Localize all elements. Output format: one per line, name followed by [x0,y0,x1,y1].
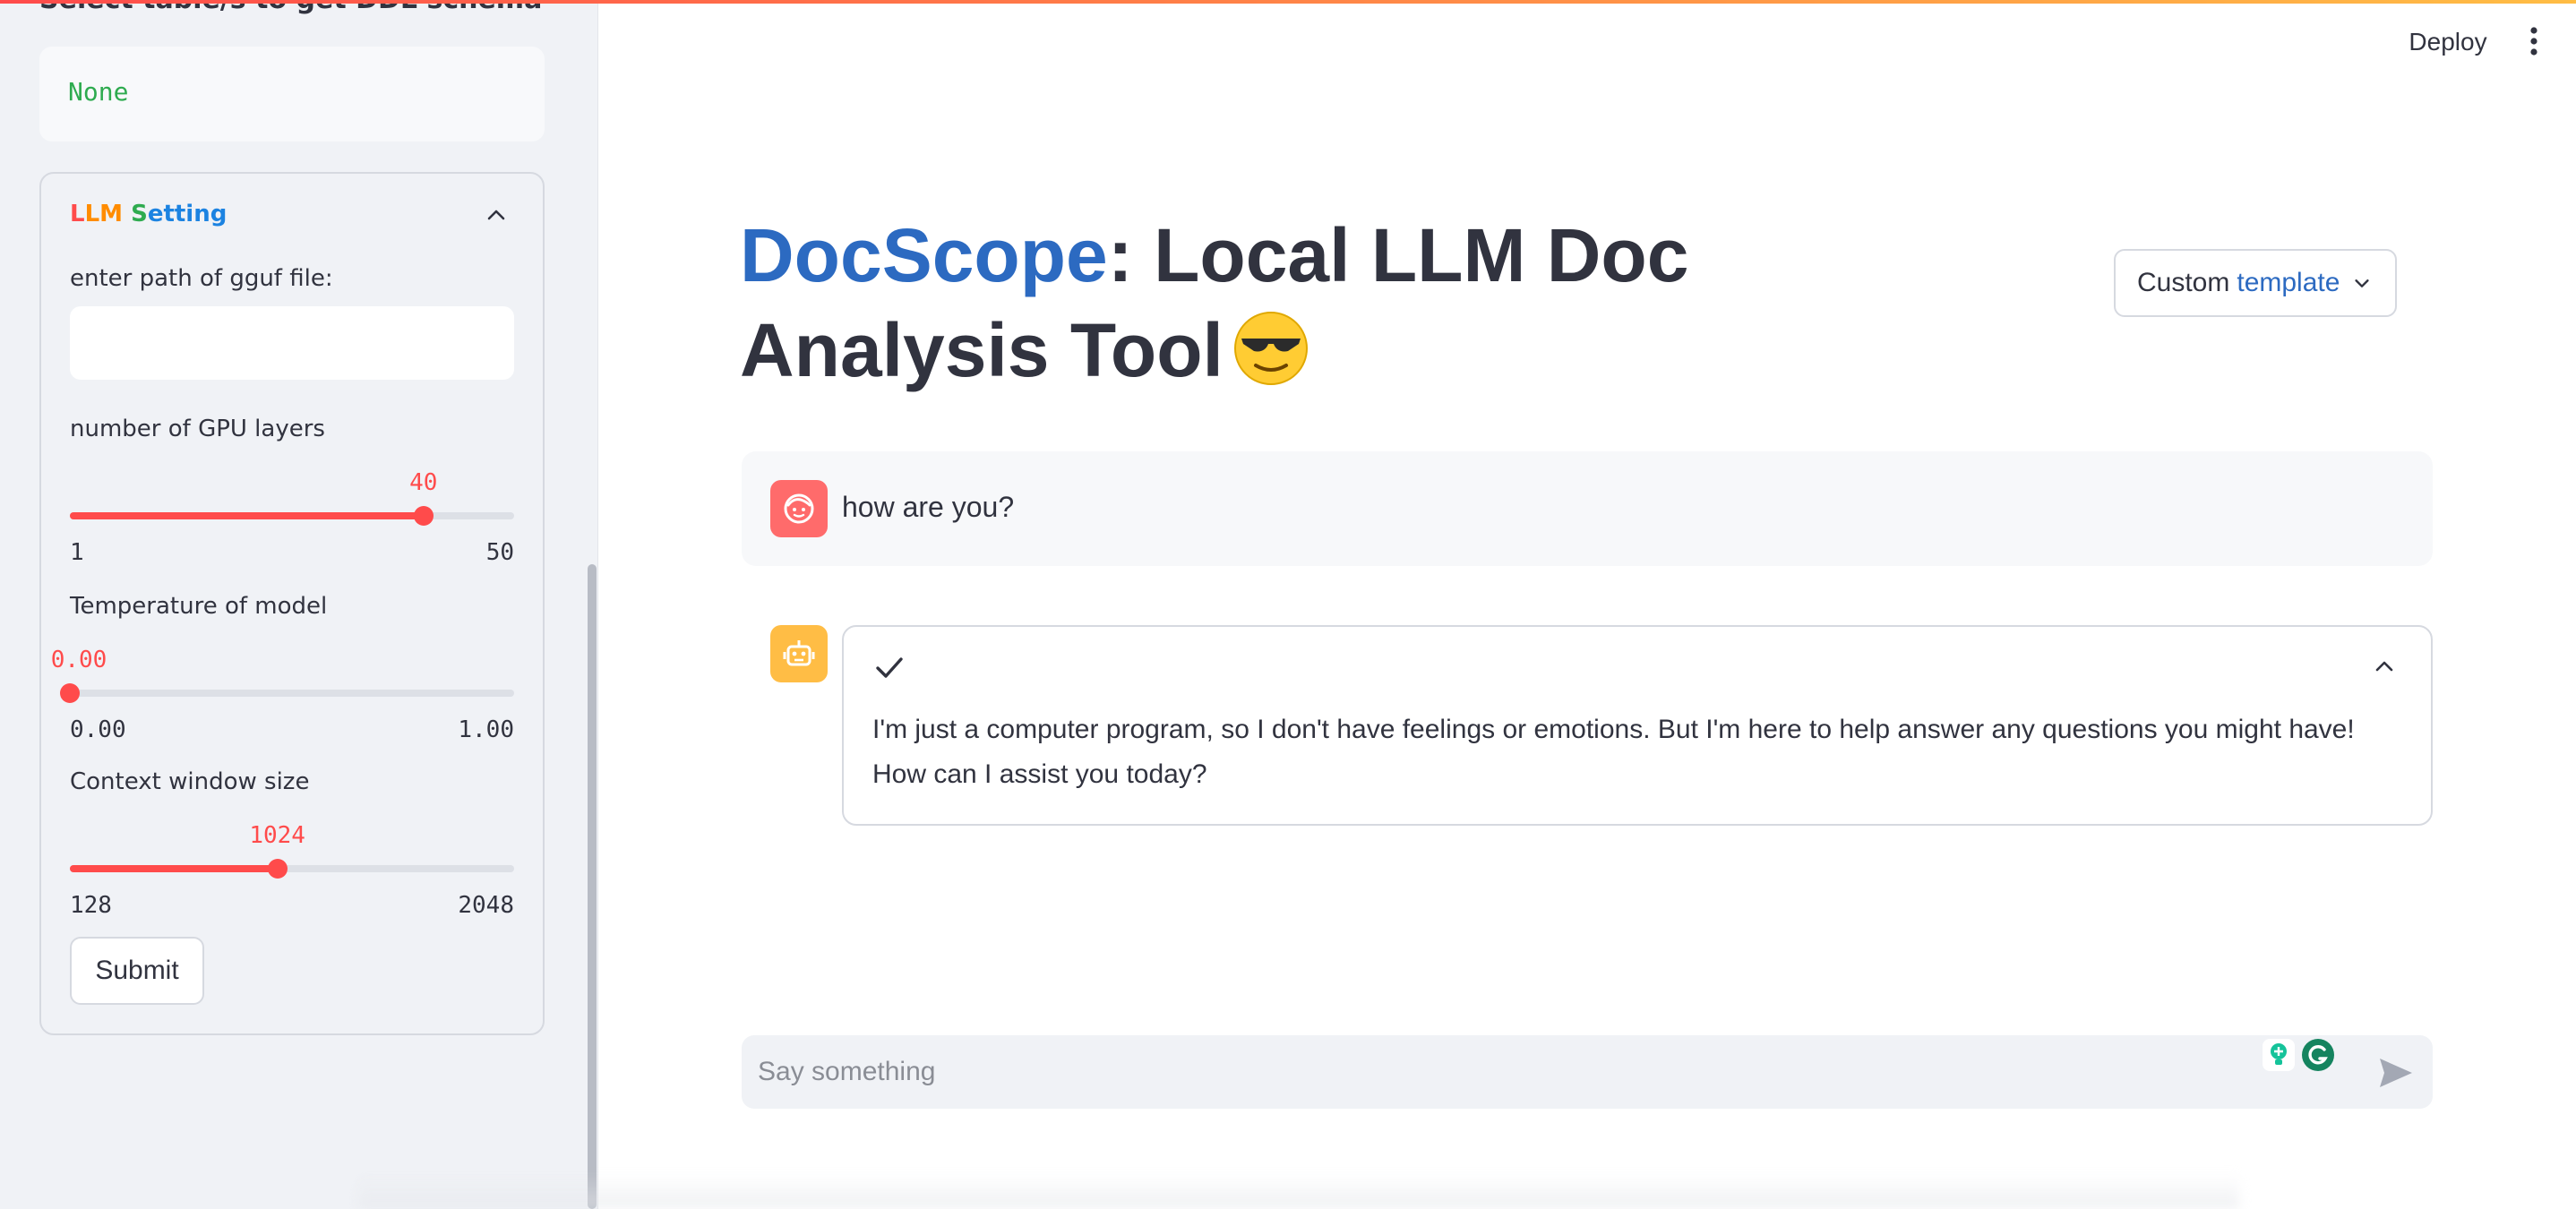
chat-input[interactable] [742,1035,2264,1109]
title-part: M [99,201,124,227]
send-icon[interactable] [2377,1055,2415,1091]
user-message-text: how are you? [842,491,1015,523]
gguf-path-label: enter path of gguf file: [70,265,333,292]
template-select[interactable]: Custom template [2114,249,2397,317]
chevron-down-icon [2355,279,2370,287]
sidebar-scrollbar[interactable] [588,564,597,1209]
title-brand: DocScope [740,213,1108,297]
sunglasses-emoji-icon [1232,310,1309,408]
user-message: how are you? [742,451,2433,566]
gpu-layers-slider[interactable]: 40 1 50 [70,469,514,566]
slider-thumb[interactable] [413,506,434,526]
slider-fill [70,865,278,872]
llm-setting-title[interactable]: LLM Setting [70,201,227,227]
slider-value: 0.00 [50,647,107,673]
gguf-path-input[interactable] [70,306,514,380]
title-part: S [123,201,148,227]
slider-min-label: 1 [70,539,84,566]
page-title: DocScope: Local LLM Doc Analysis Tool [740,208,1797,408]
top-decoration-bar [0,0,2576,4]
template-select-value: template [2237,268,2340,297]
selected-tables-value: None [68,77,129,107]
gpu-layers-label: number of GPU layers [70,416,325,442]
slider-value: 1024 [249,822,305,849]
temperature-slider[interactable]: 0.00 0.00 1.00 [51,647,514,743]
context-window-slider[interactable]: 1024 128 2048 [70,822,514,919]
chevron-up-icon[interactable] [485,204,507,226]
bottom-fade [358,1173,2239,1209]
title-part: etting [147,201,228,227]
vertical-dots-icon[interactable] [2520,23,2547,59]
chevron-up-icon[interactable] [2374,656,2395,677]
slider-fill [70,512,424,519]
title-part: L [84,201,100,227]
grammarly-icon[interactable] [2300,1037,2336,1073]
title-part: L [70,201,85,227]
slider-thumb[interactable] [267,859,288,879]
submit-button[interactable]: Submit [70,937,204,1005]
robot-icon [770,625,828,682]
slider-min-label: 128 [70,892,112,919]
selected-tables-box: None [39,47,545,141]
sidebar: Select table/s to get DDL schema None LL… [0,0,598,1209]
user-face-icon [770,480,828,537]
slider-max-label: 2048 [458,892,514,919]
grammarly-widget[interactable] [2261,1037,2347,1073]
slider-track [70,865,514,872]
chat-input-container [742,1035,2433,1109]
template-select-prefix: Custom [2137,268,2230,297]
deploy-button[interactable]: Deploy [2399,20,2497,64]
check-icon [876,657,903,678]
slider-max-label: 50 [485,539,514,566]
llm-setting-expander: LLM Setting enter path of gguf file: num… [39,172,545,1035]
lightbulb-icon[interactable] [2261,1037,2297,1073]
slider-value: 40 [409,469,438,496]
slider-track [70,512,514,519]
slider-thumb[interactable] [60,683,80,703]
temperature-label: Temperature of model [70,593,328,620]
assistant-message: I'm just a computer program, so I don't … [842,625,2433,826]
context-window-label: Context window size [70,768,310,795]
slider-min-label: 0.00 [70,716,126,743]
assistant-message-text: I'm just a computer program, so I don't … [872,715,2355,789]
slider-max-label: 1.00 [458,716,514,743]
slider-track [70,690,514,697]
